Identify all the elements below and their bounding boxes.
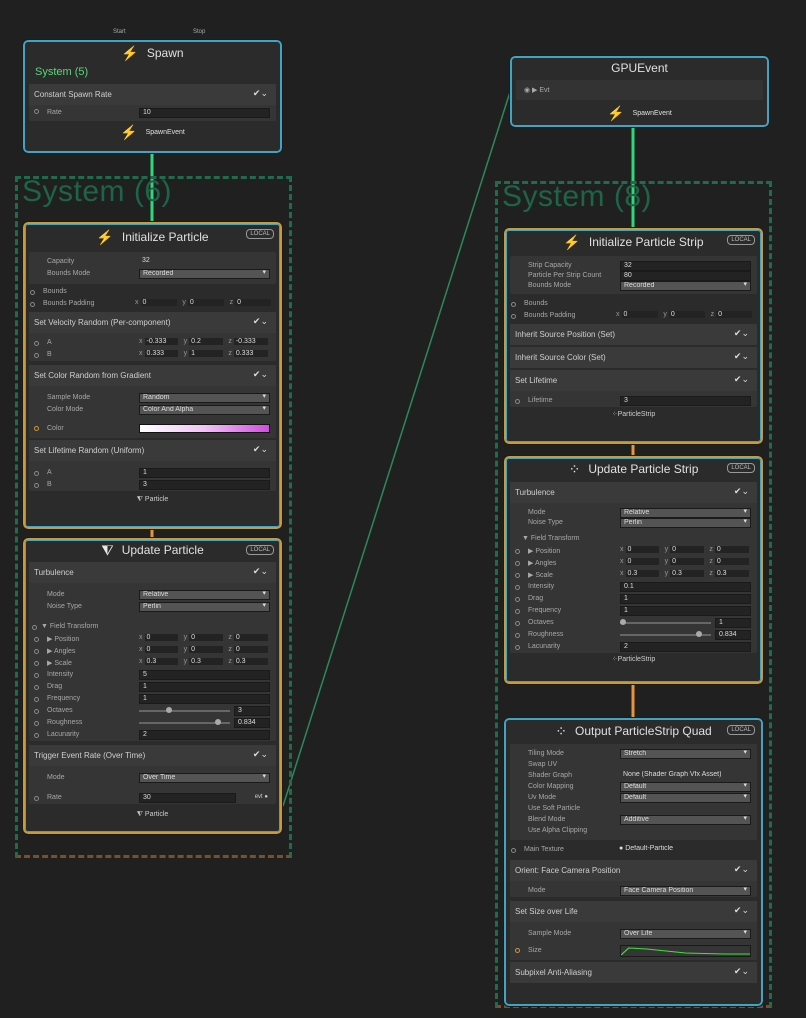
turbulence-block[interactable]: Turbulence✔⌄ ModeRelative Noise TypePerl… [29,562,276,741]
lightning-icon: ⚡ [96,228,114,245]
update-particle-context[interactable]: ⧨ Update Particle LOCAL Turbulence ✔⌄ Mode R… [22,537,283,835]
system-8-title: System (8) [502,180,653,213]
size-curve[interactable] [620,945,751,957]
initialize-particle-strip-context[interactable]: ⚡ Initialize Particle Strip LOCAL Strip Ca… [503,227,764,445]
check-icon[interactable]: ✔⌄ [253,88,268,99]
local-badge[interactable]: LOCAL [246,229,274,239]
lightning-icon: ⚡ [120,123,138,140]
lightning-icon: ⚡ [607,104,625,121]
noise-type-dropdown[interactable]: Perlin [139,602,270,612]
bounds-label: Bounds [43,288,67,295]
color-block[interactable]: Set Color Random from Gradient ✔⌄ Sample … [29,365,276,438]
system-5-name[interactable]: System (5) [25,64,280,82]
sample-mode-dropdown[interactable]: Random [139,393,270,403]
gpuevent-title: GPUEvent [611,61,668,75]
lifetime-a-field[interactable]: 1 [139,468,270,478]
lifetime-block[interactable]: Set Lifetime Random (Uniform) ✔⌄ A1 B3 [29,440,276,491]
lifetime-b-field[interactable]: 3 [139,480,270,490]
color-gradient-field[interactable] [139,424,270,433]
velocity-block[interactable]: Set Velocity Random (Per-component) ✔⌄ Ax… [29,312,276,361]
output-particle-strip-quad-context[interactable]: ⁘ Output ParticleStrip Quad LOCAL Tiling M… [503,717,764,1007]
spawn-event-output: SpawnEvent [145,128,185,136]
block-title: Constant Spawn Rate [34,90,112,99]
update-particle-strip-context[interactable]: ⁘ Update Particle Strip LOCAL Turbulence ✔⌄… [503,455,764,685]
bounds-mode-label: Bounds Mode [47,270,91,277]
gpuevent-context[interactable]: GPUEvent ◉ ▶ Evt ⚡ SpawnEvent [509,55,770,128]
evt-output[interactable]: evt ● [255,794,268,800]
initialize-particle-context[interactable]: ⚡ Initialize Particle LOCAL Capacity 32 Bou… [22,221,283,530]
particle-output: ⧨ Particle [136,496,169,503]
lightning-icon: ⚡ [121,44,139,61]
rate-field[interactable]: 10 [139,108,270,118]
lightning-icon: ⚡ [563,233,581,250]
constant-spawn-rate-block[interactable]: Constant Spawn Rate ✔⌄ Rate 10 [29,84,276,121]
rate-label: Rate [47,109,62,116]
evt-input[interactable]: ◉ ▶ Evt [524,86,550,94]
gpuevent-output: SpawnEvent [632,109,672,117]
trigger-event-block[interactable]: Trigger Event Rate (Over Time) ✔⌄ Mode Ove… [29,745,276,804]
bounds-mode-dropdown[interactable]: Recorded [139,269,270,279]
system-6-title: System (6) [22,175,173,208]
stop-port-label: Stop [193,29,206,35]
capacity-label: Capacity [47,258,75,265]
particles-icon: ⧨ [101,541,114,558]
octaves-slider[interactable] [139,707,230,713]
capacity-field[interactable]: 32 [139,257,270,267]
start-port-label: Start [113,29,126,35]
color-mode-dropdown[interactable]: Color And Alpha [139,405,270,415]
spawn-context[interactable]: ⚡ Spawn System (5) Constant Spawn Rate ✔⌄ … [22,39,283,154]
bounds-padding-label: Bounds Padding [43,300,95,307]
spawn-title: Spawn [146,46,184,60]
roughness-slider[interactable] [139,719,230,725]
mode-dropdown[interactable]: Relative [139,590,270,600]
context-title: Initialize Particle [121,230,209,244]
